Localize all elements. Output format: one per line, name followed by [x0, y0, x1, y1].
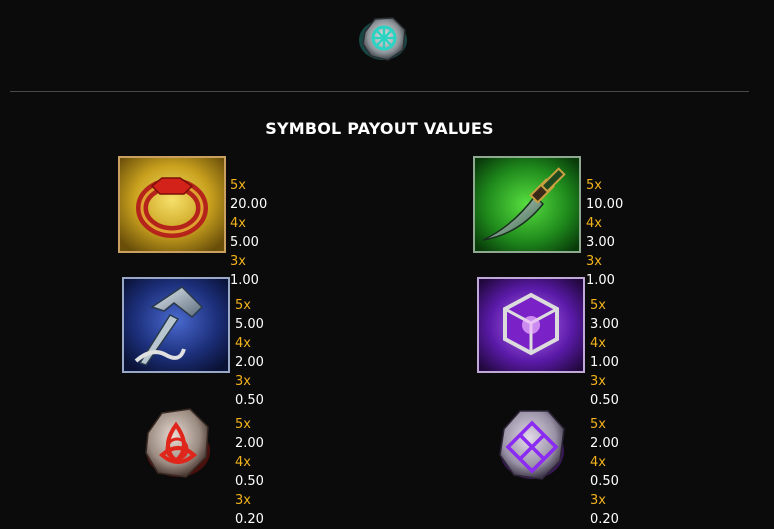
purple-rune-stone-icon	[494, 405, 570, 485]
payout-list: 5x 10.00 4x 3.00 3x 1.00	[586, 176, 623, 290]
page-title: SYMBOL PAYOUT VALUES	[265, 119, 494, 138]
payout-row: 3x 0.20	[235, 493, 264, 527]
payout-row: 5x 2.00	[235, 417, 264, 451]
payout-row: 4x 3.00	[586, 216, 615, 250]
red-gem-ring-icon	[118, 156, 226, 253]
payout-row: 3x 1.00	[230, 254, 259, 288]
payout-row: 5x 20.00	[230, 178, 268, 212]
payout-list: 5x 3.00 4x 1.00 3x 0.50	[590, 296, 619, 410]
payout-row: 5x 10.00	[586, 178, 624, 212]
payout-list: 5x 5.00 4x 2.00 3x 0.50	[235, 296, 264, 410]
purple-cube-icon	[477, 277, 585, 373]
green-dagger-icon	[473, 156, 581, 253]
payout-row: 4x 0.50	[235, 455, 264, 489]
payout-list: 5x 2.00 4x 0.50 3x 0.20	[235, 415, 264, 529]
payout-row: 4x 1.00	[590, 336, 619, 370]
payout-list: 5x 20.00 4x 5.00 3x 1.00	[230, 176, 267, 290]
red-rune-stone-icon	[140, 405, 216, 483]
divider-line	[10, 91, 749, 92]
blue-hammer-icon	[122, 277, 230, 373]
payout-row: 3x 0.20	[590, 493, 619, 527]
payout-row: 4x 5.00	[230, 216, 259, 250]
payout-row: 5x 5.00	[235, 298, 264, 332]
payout-row: 3x 0.50	[235, 374, 264, 408]
payout-row: 4x 2.00	[235, 336, 264, 370]
payout-row: 3x 1.00	[586, 254, 615, 288]
payout-row: 3x 0.50	[590, 374, 619, 408]
payout-row: 5x 3.00	[590, 298, 619, 332]
payout-row: 4x 0.50	[590, 455, 619, 489]
payout-row: 5x 2.00	[590, 417, 619, 451]
payout-list: 5x 2.00 4x 0.50 3x 0.20	[590, 415, 619, 529]
celtic-knot-stone-icon	[355, 10, 411, 66]
